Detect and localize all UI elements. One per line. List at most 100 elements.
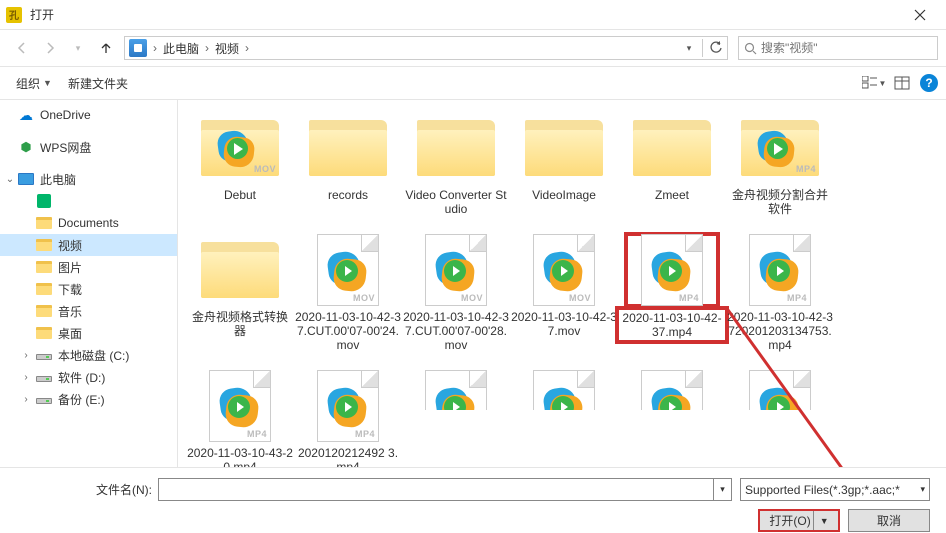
crumb-videos[interactable]: 视频 <box>211 40 243 57</box>
address-bar[interactable]: › 此电脑 › 视频 › ▾ <box>124 36 728 60</box>
item-label: 2020-11-03-10-42-37.mov <box>511 310 617 338</box>
sidebar-item-label: 下载 <box>58 281 82 298</box>
folder-icon <box>36 237 52 253</box>
item-label: Zmeet <box>655 188 689 202</box>
folder-item[interactable]: MP4金舟视频分割合并软件 <box>727 112 833 216</box>
expand-icon[interactable]: ⌄ <box>4 174 16 185</box>
sidebar-item-label: 音乐 <box>58 303 82 320</box>
sidebar-item[interactable]: 下载 <box>0 278 177 300</box>
item-label: Video Converter Studio <box>403 188 509 216</box>
open-label: 打开(O) <box>769 512 810 529</box>
filename-input[interactable] <box>158 478 714 501</box>
expand-icon[interactable]: › <box>20 350 32 361</box>
sidebar-pc[interactable]: ⌄ 此电脑 <box>0 168 177 190</box>
file-item[interactable] <box>727 370 833 410</box>
cancel-label: 取消 <box>877 512 901 529</box>
sidebar-item-label: 软件 (D:) <box>58 369 105 386</box>
open-button[interactable]: 打开(O) ▼ <box>758 509 840 532</box>
back-button[interactable] <box>8 36 36 60</box>
help-button[interactable]: ? <box>920 74 938 92</box>
file-item[interactable] <box>403 370 509 410</box>
search-box[interactable] <box>738 36 938 60</box>
chevron-right-icon[interactable]: › <box>243 41 251 55</box>
sidebar-item[interactable]: 桌面 <box>0 322 177 344</box>
sidebar-onedrive[interactable]: ☁ OneDrive <box>0 104 177 126</box>
sidebar-item[interactable]: Documents <box>0 212 177 234</box>
view-thumbnails-button[interactable]: ▼ <box>860 71 888 95</box>
file-item[interactable]: MOV2020-11-03-10-42-37.CUT.00'07-00'24.m… <box>295 234 401 352</box>
file-item[interactable]: MP42020120212492 3.mp4 <box>295 370 401 467</box>
sidebar-item-label: 视频 <box>58 237 82 254</box>
item-label: 2020-11-03-10-42-37.CUT.00'07-00'24.mov <box>295 310 401 352</box>
folder-icon <box>36 303 52 319</box>
chevron-down-icon: ▼ <box>813 511 829 530</box>
filename-dropdown[interactable]: ▾ <box>714 478 732 501</box>
window-title: 打开 <box>30 6 900 23</box>
new-folder-button[interactable]: 新建文件夹 <box>60 71 136 96</box>
sidebar-item[interactable] <box>0 190 177 212</box>
sidebar-item-label: 此电脑 <box>40 171 76 188</box>
file-item[interactable]: MP42020-11-03-10-42-37.mp4 <box>619 234 725 352</box>
recent-button[interactable]: ▾ <box>64 36 92 60</box>
pc-icon <box>18 171 34 187</box>
folder-item[interactable]: MOVDebut <box>187 112 293 216</box>
expand-icon[interactable]: › <box>20 394 32 405</box>
search-input[interactable] <box>761 37 937 59</box>
organize-menu[interactable]: 组织 ▼ <box>8 71 60 96</box>
footer: 文件名(N): ▾ Supported Files(*.3gp;*.aac;* … <box>0 467 946 533</box>
forward-button[interactable] <box>36 36 64 60</box>
drive-icon <box>36 391 52 407</box>
sidebar-item-label: 图片 <box>58 259 82 276</box>
sidebar-item[interactable]: 音乐 <box>0 300 177 322</box>
crumb-pc[interactable]: 此电脑 <box>159 40 203 57</box>
breadcrumb: › 此电脑 › 视频 › <box>151 37 251 59</box>
item-label: VideoImage <box>532 188 596 202</box>
sidebar-item[interactable]: 视频 <box>0 234 177 256</box>
sidebar-item[interactable]: 图片 <box>0 256 177 278</box>
file-item[interactable]: MOV2020-11-03-10-42-37.mov <box>511 234 617 352</box>
sidebar-item[interactable]: › 软件 (D:) <box>0 366 177 388</box>
sidebar-item[interactable]: › 备份 (E:) <box>0 388 177 410</box>
chevron-right-icon[interactable]: › <box>203 41 211 55</box>
close-button[interactable] <box>900 1 940 29</box>
search-icon <box>739 42 761 55</box>
sidebar-wps[interactable]: ⬢ WPS网盘 <box>0 136 177 158</box>
folder-icon <box>36 259 52 275</box>
file-item[interactable] <box>511 370 617 410</box>
item-label: 金舟视频格式转换器 <box>187 310 293 338</box>
file-item[interactable]: MP42020-11-03-10-42-3720201203134753.mp4 <box>727 234 833 352</box>
sidebar-item-label: OneDrive <box>40 108 91 122</box>
up-button[interactable] <box>92 36 120 60</box>
filter-label: Supported Files(*.3gp;*.aac;* <box>745 483 900 497</box>
folder-icon <box>36 325 52 341</box>
folder-item[interactable]: VideoImage <box>511 112 617 216</box>
sidebar-item-label: 备份 (E:) <box>58 391 105 408</box>
view-details-button[interactable] <box>888 71 916 95</box>
item-label: 金舟视频分割合并软件 <box>727 188 833 216</box>
folder-item[interactable]: records <box>295 112 401 216</box>
sidebar-item-label: Documents <box>58 216 119 230</box>
folder-item[interactable]: 金舟视频格式转换器 <box>187 234 293 352</box>
chevron-right-icon[interactable]: › <box>151 41 159 55</box>
folder-item[interactable]: Video Converter Studio <box>403 112 509 216</box>
chevron-down-icon: ▼ <box>43 78 52 88</box>
chevron-down-icon: ▾ <box>920 484 925 495</box>
sidebar-item[interactable]: ›本地磁盘 (C:) <box>0 344 177 366</box>
folder-item[interactable]: Zmeet <box>619 112 725 216</box>
address-dropdown[interactable]: ▾ <box>678 37 700 59</box>
expand-icon[interactable]: › <box>20 372 32 383</box>
location-icon <box>129 39 147 57</box>
file-item[interactable]: MP42020-11-03-10-43-20.mp4 <box>187 370 293 467</box>
file-item[interactable]: MOV2020-11-03-10-42-37.CUT.00'07-00'28.m… <box>403 234 509 352</box>
folder-icon <box>36 215 52 231</box>
drive-icon <box>36 347 52 363</box>
folder-icon <box>36 281 52 297</box>
close-icon <box>914 9 926 21</box>
file-list[interactable]: MOVDebutrecordsVideo Converter Studio Vid… <box>178 100 946 467</box>
new-folder-label: 新建文件夹 <box>68 75 128 92</box>
file-type-filter[interactable]: Supported Files(*.3gp;*.aac;* ▾ <box>740 478 930 501</box>
refresh-button[interactable] <box>705 37 727 59</box>
cancel-button[interactable]: 取消 <box>848 509 930 532</box>
item-label: 2020-11-03-10-42-37.CUT.00'07-00'28.mov <box>403 310 509 352</box>
file-item[interactable] <box>619 370 725 410</box>
